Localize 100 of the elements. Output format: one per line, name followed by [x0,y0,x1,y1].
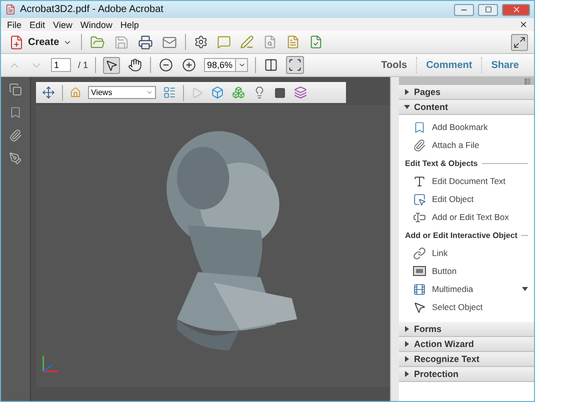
model-tree-button[interactable] [162,85,177,100]
menu-item[interactable]: Window [80,20,112,30]
collapsed-icon [404,89,410,95]
menu-item[interactable]: File [7,20,22,30]
collapsed-icon [404,371,410,377]
window-title: Acrobat3D2.pdf - Adobe Acrobat [20,4,164,15]
select-tool-button[interactable] [103,56,120,74]
views-dropdown[interactable]: Views [88,86,156,99]
bookmark-icon [413,120,426,134]
text-box-icon [413,210,426,224]
pointer-icon [413,300,426,314]
hand-tool-button[interactable] [127,57,144,73]
save-button[interactable] [113,34,130,50]
expanded-icon [404,104,410,110]
tool-item[interactable]: Multimedia [399,280,534,298]
zoom-field[interactable]: 98,6% [204,58,236,72]
page-count: / 1 [78,60,88,70]
hand-icon [128,58,142,72]
print-button[interactable] [137,34,154,50]
mail-icon [162,34,178,50]
projection-button[interactable] [210,85,225,100]
tool-item[interactable]: Button [399,262,534,280]
tool-item[interactable]: Add Bookmark [399,118,534,136]
printer-icon [138,34,154,50]
paperclip-icon [9,129,22,142]
collapsed-icon [404,356,410,362]
zoom-in-icon [182,58,196,72]
settings-button[interactable] [193,34,210,50]
settings-icon [194,35,208,49]
create-pdf-icon [9,34,24,50]
collapsed-icon [404,326,410,332]
signature-icon [9,152,22,165]
pen-icon [240,35,254,49]
panel-menu-icon [524,78,531,84]
rotate-tool-button[interactable] [41,85,56,100]
menu-item[interactable]: View [53,20,72,30]
scrollbar[interactable] [390,77,399,401]
film-icon [413,282,426,296]
open-button[interactable] [89,34,106,50]
group-heading: Add or Edit Interactive Object [405,230,518,240]
caret-icon [238,61,246,69]
document-check-icon [309,35,324,49]
create-button[interactable]: Create [7,34,74,50]
collapsed-icon [404,341,410,347]
expand-button[interactable] [511,34,528,50]
zoom-out-icon [159,58,174,72]
play-icon [191,86,203,98]
task-tab[interactable]: Comment [416,57,482,73]
tool-item[interactable]: Edit Document Text [399,172,534,190]
edit-object-icon [413,192,426,206]
page-icon [264,58,278,72]
section-header[interactable]: Pages [399,85,534,100]
tool-item[interactable]: Attach a File [399,136,534,154]
menu-item[interactable]: Help [120,20,139,30]
fit-width-button[interactable] [286,56,304,74]
render-mode-button[interactable] [231,85,246,100]
cross-section-button[interactable] [293,85,308,100]
close-icon [512,5,520,14]
zoom-dropdown-button[interactable] [236,58,248,72]
maximize-icon [484,6,492,13]
button-icon [413,266,426,276]
minimize-button[interactable] [454,4,474,16]
pointer-icon [105,58,118,72]
fit-page-button[interactable] [263,57,280,73]
sign-button[interactable] [239,34,256,50]
folder-icon [90,34,106,50]
section-header[interactable]: Content [399,100,534,115]
zoom-in-button[interactable] [181,57,198,73]
section-header[interactable]: Protection [399,367,534,382]
zoom-out-button[interactable] [158,57,174,73]
move-icon [42,86,55,99]
save-icon [114,34,130,50]
expand-icon [513,36,526,48]
home-view-button[interactable] [69,86,82,99]
cube-icon [211,86,224,99]
menu-item[interactable]: Edit [30,20,46,30]
tool-item[interactable]: Select Object [399,298,534,316]
page-field[interactable]: 1 [51,58,71,72]
document-icon [286,35,300,49]
link-icon [413,246,426,260]
close-button[interactable] [502,4,530,16]
tool-item[interactable]: Add or Edit Text Box [399,208,534,226]
text-icon [413,174,426,188]
speech-bubble-icon [217,35,232,49]
section-header[interactable]: Action Wizard [399,337,534,352]
comment-button[interactable] [216,34,232,50]
group-heading: Edit Text & Objects [405,158,478,168]
task-tab[interactable]: Share [481,57,528,73]
section-header[interactable]: Forms [399,322,534,337]
layers-icon [294,86,307,99]
bookmark-icon [9,106,22,119]
section-header[interactable]: Recognize Text [399,352,534,367]
fit-icon [288,58,302,72]
document-search-icon [263,35,278,49]
tool-item[interactable]: Edit Object [399,190,534,208]
caret-icon [146,89,153,96]
task-tab[interactable]: Tools [372,57,416,73]
maximize-button[interactable] [478,4,498,16]
background-color-button[interactable] [273,86,287,100]
tool-item[interactable]: Link [399,244,534,262]
